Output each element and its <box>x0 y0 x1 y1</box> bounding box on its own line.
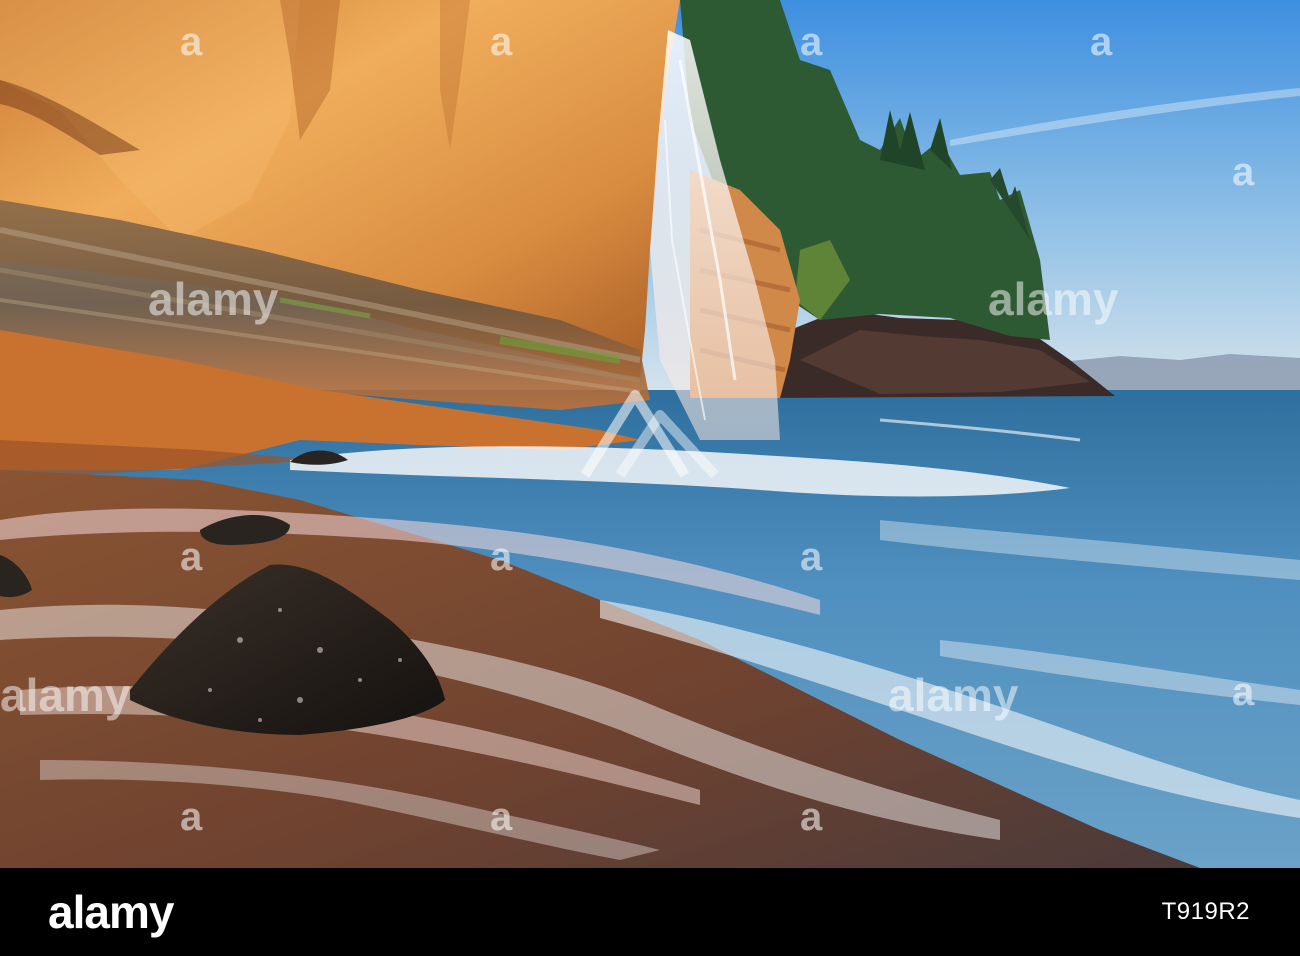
image-id: T919R2 <box>1161 898 1250 925</box>
brand-logo[interactable]: alamy <box>48 885 174 939</box>
landscape-photo: a a a a a a a a a a a a alamy alamy alam… <box>0 0 1300 868</box>
footer-bar: alamy T919R2 <box>0 868 1300 956</box>
watermark-logo <box>472 380 828 490</box>
alamy-logo: alamy <box>48 886 174 938</box>
watermark-logo-mark <box>580 390 719 479</box>
